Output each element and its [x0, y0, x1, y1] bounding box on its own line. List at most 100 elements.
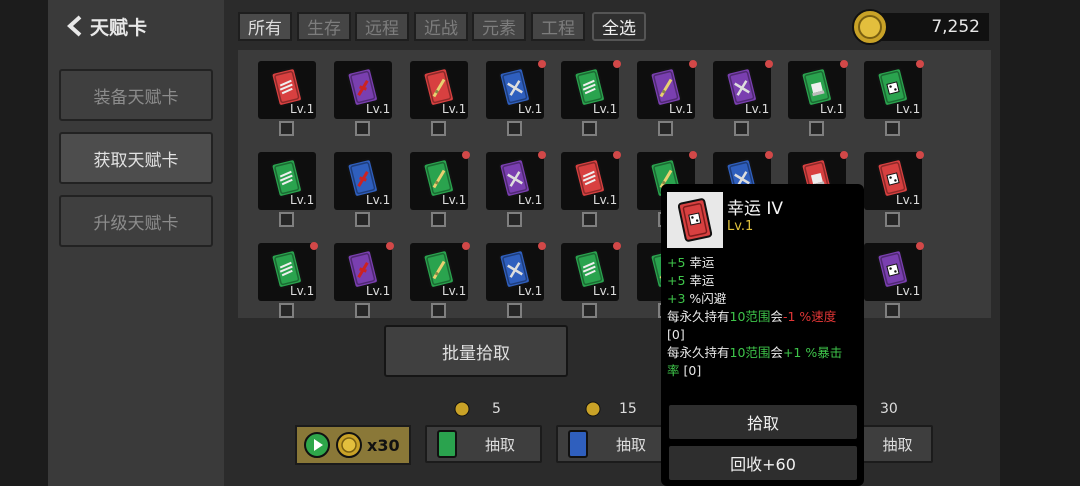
card-slot[interactable]: Lv.1 — [334, 152, 394, 236]
card-checkbox[interactable] — [279, 212, 294, 227]
draw-cost-3: 30 — [880, 401, 898, 417]
card-checkbox[interactable] — [279, 303, 294, 318]
card-slot[interactable]: Lv.1 — [561, 60, 621, 145]
card-slot[interactable]: Lv.1 — [561, 242, 621, 318]
select-all-button[interactable]: 全选 — [592, 12, 646, 41]
stat-label: %闪避 — [685, 291, 727, 306]
new-badge — [765, 151, 773, 159]
card-slot[interactable]: Lv.1 — [864, 242, 924, 318]
new-badge — [840, 151, 848, 159]
card-checkbox[interactable] — [885, 303, 900, 318]
filter-all-categories[interactable]: 所有 — [238, 12, 292, 41]
stat-value: 率 — [667, 363, 680, 378]
card-checkbox[interactable] — [582, 212, 597, 227]
card-slot[interactable]: Lv.1 — [410, 242, 470, 318]
filter-survival[interactable]: 生存 — [297, 12, 351, 41]
card-checkbox[interactable] — [431, 212, 446, 227]
card-level: Lv.1 — [290, 102, 315, 116]
card-slot[interactable]: Lv.1 — [864, 60, 924, 145]
card-level: Lv.1 — [442, 193, 467, 207]
card-slot[interactable]: Lv.1 — [486, 242, 546, 318]
new-badge — [689, 151, 697, 159]
card-slot[interactable]: Lv.1 — [334, 242, 394, 318]
card-checkbox[interactable] — [279, 121, 294, 136]
card-level: Lv.1 — [518, 102, 543, 116]
coin-icon — [454, 401, 470, 417]
card-slot[interactable]: Lv.1 — [410, 61, 470, 145]
draw-label: 抽取 — [485, 435, 516, 454]
sidebar-item-obtain[interactable]: 获取天赋卡 — [59, 132, 213, 184]
card-slot[interactable]: Lv.1 — [258, 152, 318, 236]
sidebar-item-upgrade[interactable]: 升级天赋卡 — [59, 195, 213, 247]
recycle-button[interactable]: 回收+60 — [669, 446, 857, 480]
card-checkbox[interactable] — [582, 121, 597, 136]
card-checkbox[interactable] — [355, 303, 370, 318]
card-checkbox[interactable] — [355, 121, 370, 136]
card-slot[interactable]: Lv.1 — [410, 151, 470, 236]
card-level: Lv.1 — [593, 284, 618, 298]
filter-element[interactable]: 元素 — [472, 12, 526, 41]
card-checkbox[interactable] — [355, 212, 370, 227]
card-slot[interactable]: Lv.1 — [258, 61, 318, 145]
stat-value: +5 — [667, 273, 686, 288]
card-slot[interactable]: Lv.1 — [334, 61, 394, 145]
card-checkbox[interactable] — [885, 121, 900, 136]
left-margin — [0, 0, 48, 486]
ad-draw-button[interactable]: x30 — [295, 425, 411, 465]
card-checkbox[interactable] — [658, 121, 673, 136]
card-checkbox[interactable] — [885, 212, 900, 227]
card-slot[interactable]: Lv.1 — [864, 151, 924, 236]
card-detail-popup: 幸运 IV Lv.1 +5 幸运 +5 幸运 +3 %闪避 每永久持有10范围会… — [661, 184, 864, 486]
new-badge — [462, 151, 470, 159]
draw-button-green[interactable]: 抽取 — [425, 425, 542, 463]
stat-value: 10范围 — [729, 345, 771, 360]
stat-value: +1 %暴击 — [782, 345, 843, 360]
filter-engineering[interactable]: 工程 — [531, 12, 585, 41]
card-checkbox[interactable] — [507, 121, 522, 136]
card-slot[interactable]: Lv.1 — [486, 60, 546, 145]
draw-button-purple[interactable]: 抽取 — [862, 425, 933, 463]
stat-label: 会 — [770, 309, 783, 324]
card-slot[interactable]: Lv.1 — [258, 242, 318, 318]
back-button[interactable]: 天赋卡 — [66, 10, 147, 42]
stat-value: 10范围 — [729, 309, 771, 324]
stat-label: 幸运 — [685, 273, 715, 288]
stat-label: 幸运 — [685, 255, 715, 270]
card-slot[interactable]: Lv.1 — [713, 60, 773, 145]
popup-card-frame — [667, 192, 723, 248]
stat-label: 每永久持有 — [667, 345, 730, 360]
popup-title: 幸运 IV — [727, 199, 784, 219]
card-level: Lv.1 — [442, 102, 467, 116]
card-checkbox[interactable] — [582, 303, 597, 318]
new-badge — [916, 151, 924, 159]
card-slot[interactable]: Lv.1 — [486, 151, 546, 236]
card-slot[interactable]: Lv.1 — [561, 151, 621, 236]
new-badge — [916, 60, 924, 68]
filter-melee[interactable]: 近战 — [414, 12, 468, 41]
card-level: Lv.1 — [896, 284, 921, 298]
pickup-button[interactable]: 拾取 — [669, 405, 857, 439]
sidebar-item-equip[interactable]: 装备天赋卡 — [59, 69, 213, 121]
coin-stack-icon — [336, 432, 362, 458]
new-badge — [613, 242, 621, 250]
card-slot[interactable]: Lv.1 — [788, 60, 848, 145]
stat-count: [0] — [667, 327, 685, 342]
card-checkbox[interactable] — [431, 121, 446, 136]
card-checkbox[interactable] — [431, 303, 446, 318]
chevron-left-icon — [67, 15, 82, 37]
card-checkbox[interactable] — [507, 212, 522, 227]
card-level: Lv.1 — [366, 193, 391, 207]
draw-button-blue[interactable]: 抽取 — [556, 425, 666, 463]
card-level: Lv.1 — [366, 284, 391, 298]
batch-pickup-button[interactable]: 批量拾取 — [384, 325, 568, 377]
card-level: Lv.1 — [745, 102, 770, 116]
card-checkbox[interactable] — [809, 121, 824, 136]
new-badge — [689, 60, 697, 68]
card-checkbox[interactable] — [734, 121, 749, 136]
card-checkbox[interactable] — [507, 303, 522, 318]
filter-ranged[interactable]: 远程 — [355, 12, 409, 41]
new-badge — [840, 60, 848, 68]
stat-value: +5 — [667, 255, 686, 270]
popup-stats: +5 幸运 +5 幸运 +3 %闪避 每永久持有10范围会-1 %速度 [0] … — [667, 254, 861, 380]
card-slot[interactable]: Lv.1 — [637, 60, 697, 145]
